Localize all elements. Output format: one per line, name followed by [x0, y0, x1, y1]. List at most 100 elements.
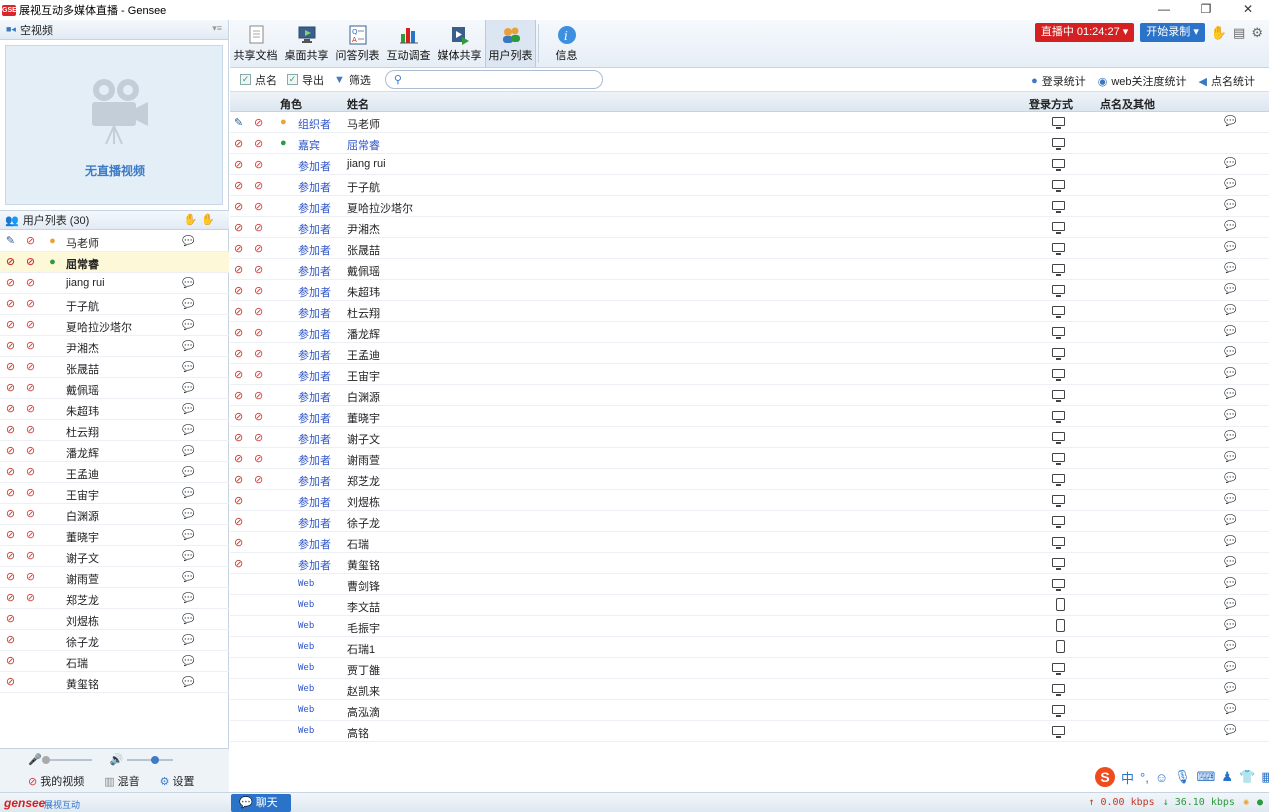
mic-off-icon[interactable]: ⊘ [4, 529, 17, 542]
ime-menu-icon[interactable]: ▦ [1261, 769, 1269, 785]
mic-off-icon[interactable]: ⊘ [4, 592, 17, 605]
rollcall-column-header[interactable]: 点名及其他 [1100, 96, 1155, 112]
mic-volume-slider[interactable] [41, 755, 92, 764]
login-column-header[interactable]: 登录方式 [1029, 96, 1073, 112]
table-row[interactable]: ⊘ 参加者 刘煜栋 💬 [230, 490, 1269, 511]
mic-off-icon[interactable]: ⊘ [4, 277, 17, 290]
table-row[interactable]: ⊘ 参加者 徐子龙 💬 [230, 511, 1269, 532]
mic-off-icon[interactable]: ⊘ [4, 466, 17, 479]
chat-icon[interactable]: 💬 [182, 424, 195, 437]
ime-logo-icon[interactable]: S [1095, 767, 1115, 787]
camera-off-icon[interactable]: ⊘ [254, 263, 263, 276]
camera-off-icon[interactable]: ⊘ [24, 571, 37, 584]
mic-off-icon[interactable]: ⊘ [234, 473, 243, 486]
chat-icon[interactable]: 💬 [182, 529, 195, 542]
chat-icon[interactable]: 💬 [1224, 410, 1236, 421]
presenter-pen-icon[interactable]: ✎ [4, 235, 17, 248]
mic-off-icon[interactable]: ⊘ [234, 200, 243, 213]
chat-icon[interactable]: 💬 [182, 571, 195, 584]
panel-menu-icon[interactable]: ▾≡ [212, 23, 222, 34]
chat-icon[interactable]: 💬 [1224, 284, 1236, 295]
mic-off-icon[interactable]: ⊘ [234, 389, 243, 402]
survey-button[interactable]: 互动调查 [383, 20, 434, 67]
camera-off-icon[interactable]: ⊘ [24, 382, 37, 395]
table-row[interactable]: ⊘ ⊘ 参加者 jiang rui 💬 [230, 154, 1269, 175]
table-row[interactable]: ⊘ ⊘ 参加者 潘龙辉 💬 [230, 322, 1269, 343]
camera-off-icon[interactable]: ⊘ [254, 389, 263, 402]
desktop-share-button[interactable]: 桌面共享 [281, 20, 332, 67]
chat-icon[interactable]: 💬 [1224, 158, 1236, 169]
camera-off-icon[interactable]: ⊘ [254, 179, 263, 192]
user-list-item[interactable]: ⊘ ⊘ 于子航 💬 [0, 294, 229, 315]
filter-button[interactable]: ▼ 筛选 [334, 72, 371, 88]
ime-keyboard-icon[interactable]: ⌨ [1197, 769, 1216, 785]
mic-off-icon[interactable]: ⊘ [234, 242, 243, 255]
chat-icon[interactable]: 💬 [1224, 221, 1236, 232]
name-column-header[interactable]: 姓名 [347, 96, 369, 112]
chat-icon[interactable]: 💬 [182, 466, 195, 479]
chat-icon[interactable]: 💬 [1224, 431, 1236, 442]
chat-icon[interactable]: 💬 [1224, 368, 1236, 379]
table-row[interactable]: ⊘ ⊘ 参加者 夏哈拉沙塔尔 💬 [230, 196, 1269, 217]
chat-icon[interactable]: 💬 [182, 277, 195, 290]
table-row[interactable]: ⊘ ⊘ 参加者 王宙宇 💬 [230, 364, 1269, 385]
mic-off-icon[interactable]: ⊘ [234, 179, 243, 192]
chat-icon[interactable]: 💬 [1224, 179, 1236, 190]
mic-off-icon[interactable]: ⊘ [234, 494, 243, 507]
chat-icon[interactable]: 💬 [182, 403, 195, 416]
mic-off-icon[interactable]: ⊘ [4, 676, 17, 689]
ime-voice-icon[interactable]: 🎙 [1174, 769, 1191, 785]
my-video-button[interactable]: ⊘ 我的视频 [28, 773, 84, 789]
hand-raise-icon[interactable]: ✋✋ [184, 213, 219, 226]
chat-icon[interactable]: 💬 [1224, 326, 1236, 337]
mic-off-icon[interactable]: ⊘ [234, 452, 243, 465]
user-list-item[interactable]: ⊘ ⊘ 董晓宇 💬 [0, 525, 229, 546]
info-button[interactable]: i 信息 [541, 20, 592, 67]
user-list-item[interactable]: ⊘ ⊘ 王孟迪 💬 [0, 462, 229, 483]
gear-icon[interactable]: ⚙ [1251, 25, 1263, 41]
table-row[interactable]: ⊘ ⊘ ● 嘉宾 屈常睿 [230, 133, 1269, 154]
role-column-header[interactable]: 角色 [280, 96, 302, 112]
mic-off-icon[interactable]: ⊘ [4, 655, 17, 668]
table-row[interactable]: ⊘ 参加者 黄玺铭 💬 [230, 553, 1269, 574]
user-list-item[interactable]: ⊘ ⊘ ● 屈常睿 [0, 252, 229, 273]
chat-icon[interactable]: 💬 [182, 508, 195, 521]
table-row[interactable]: ⊘ ⊘ 参加者 白渊源 💬 [230, 385, 1269, 406]
chat-icon[interactable]: 💬 [1224, 557, 1236, 568]
chat-icon[interactable]: 💬 [1224, 725, 1236, 736]
chat-icon[interactable]: 💬 [1224, 200, 1236, 211]
table-row[interactable]: ⊘ ⊘ 参加者 董晓宇 💬 [230, 406, 1269, 427]
user-list-item[interactable]: ⊘ ⊘ 白渊源 💬 [0, 504, 229, 525]
camera-off-icon[interactable]: ⊘ [24, 508, 37, 521]
table-row[interactable]: Web 毛振宇 💬 [230, 616, 1269, 637]
user-list-item[interactable]: ✎ ⊘ ● 马老师 💬 [0, 231, 229, 252]
table-row[interactable]: ⊘ ⊘ 参加者 戴佩瑶 💬 [230, 259, 1269, 280]
chat-tab[interactable]: 💬 聊天 [231, 794, 291, 812]
live-status-button[interactable]: 直播中 01:24:27 ▾ [1034, 23, 1135, 42]
chat-icon[interactable]: 💬 [1224, 536, 1236, 547]
mic-off-icon[interactable]: ⊘ [234, 557, 243, 570]
search-box[interactable]: ⚲ [384, 70, 603, 89]
restore-button[interactable]: ❐ [1185, 0, 1227, 20]
mic-off-icon[interactable]: ⊘ [4, 487, 17, 500]
ime-punct-icon[interactable]: °, [1140, 770, 1149, 785]
mic-off-icon[interactable]: ⊘ [4, 550, 17, 563]
chat-icon[interactable]: 💬 [1224, 641, 1236, 652]
user-list-item[interactable]: ⊘ ⊘ 戴佩瑶 💬 [0, 378, 229, 399]
search-input[interactable] [407, 73, 593, 87]
mic-off-icon[interactable]: ⊘ [234, 347, 243, 360]
user-list-item[interactable]: ⊘ ⊘ 郑芝龙 💬 [0, 588, 229, 609]
camera-off-icon[interactable]: ⊘ [24, 487, 37, 500]
table-row[interactable]: ⊘ ⊘ 参加者 张晟喆 💬 [230, 238, 1269, 259]
chat-icon[interactable]: 💬 [182, 235, 195, 248]
table-row[interactable]: Web 李文喆 💬 [230, 595, 1269, 616]
ime-user-icon[interactable]: ♟ [1221, 769, 1233, 785]
mic-off-icon[interactable]: ⊘ [4, 424, 17, 437]
mic-off-icon[interactable]: ⊘ [234, 221, 243, 234]
camera-off-icon[interactable]: ⊘ [254, 116, 263, 129]
ime-emoji-icon[interactable]: ☺ [1155, 770, 1168, 785]
camera-off-icon[interactable]: ⊘ [24, 298, 37, 311]
user-list-item[interactable]: ⊘ ⊘ 杜云翔 💬 [0, 420, 229, 441]
chat-icon[interactable]: 💬 [182, 487, 195, 500]
qa-list-button[interactable]: QA 问答列表 [332, 20, 383, 67]
